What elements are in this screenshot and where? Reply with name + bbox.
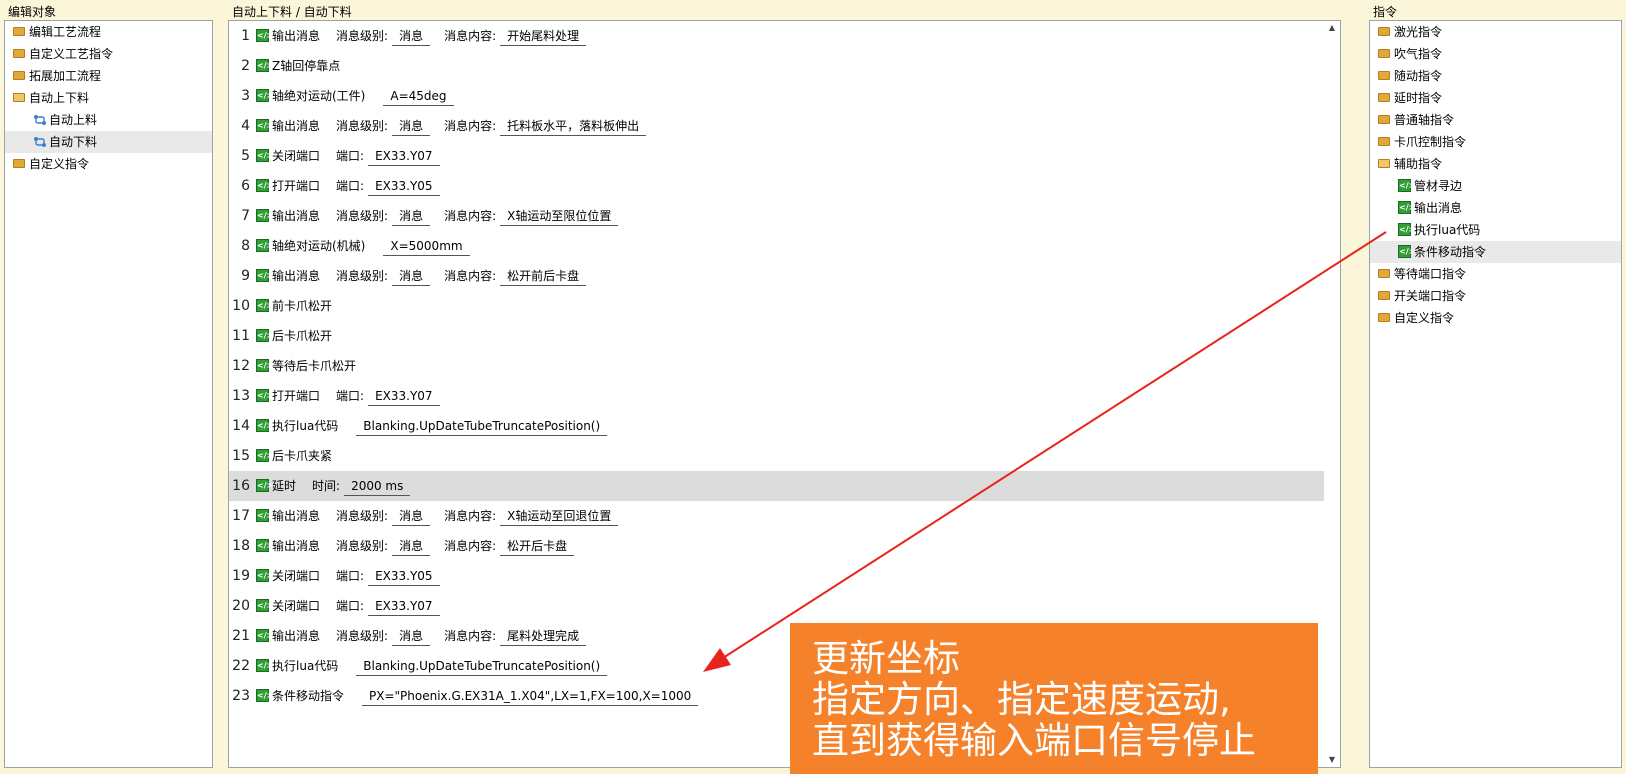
callout-line: 更新坐标	[812, 637, 960, 680]
callout-line: 直到获得输入端口信号停止	[812, 719, 1256, 762]
annotation-callout: 更新坐标 指定方向、指定速度运动, 直到获得输入端口信号停止	[790, 623, 1318, 774]
callout-line: 指定方向、指定速度运动,	[812, 678, 1231, 721]
